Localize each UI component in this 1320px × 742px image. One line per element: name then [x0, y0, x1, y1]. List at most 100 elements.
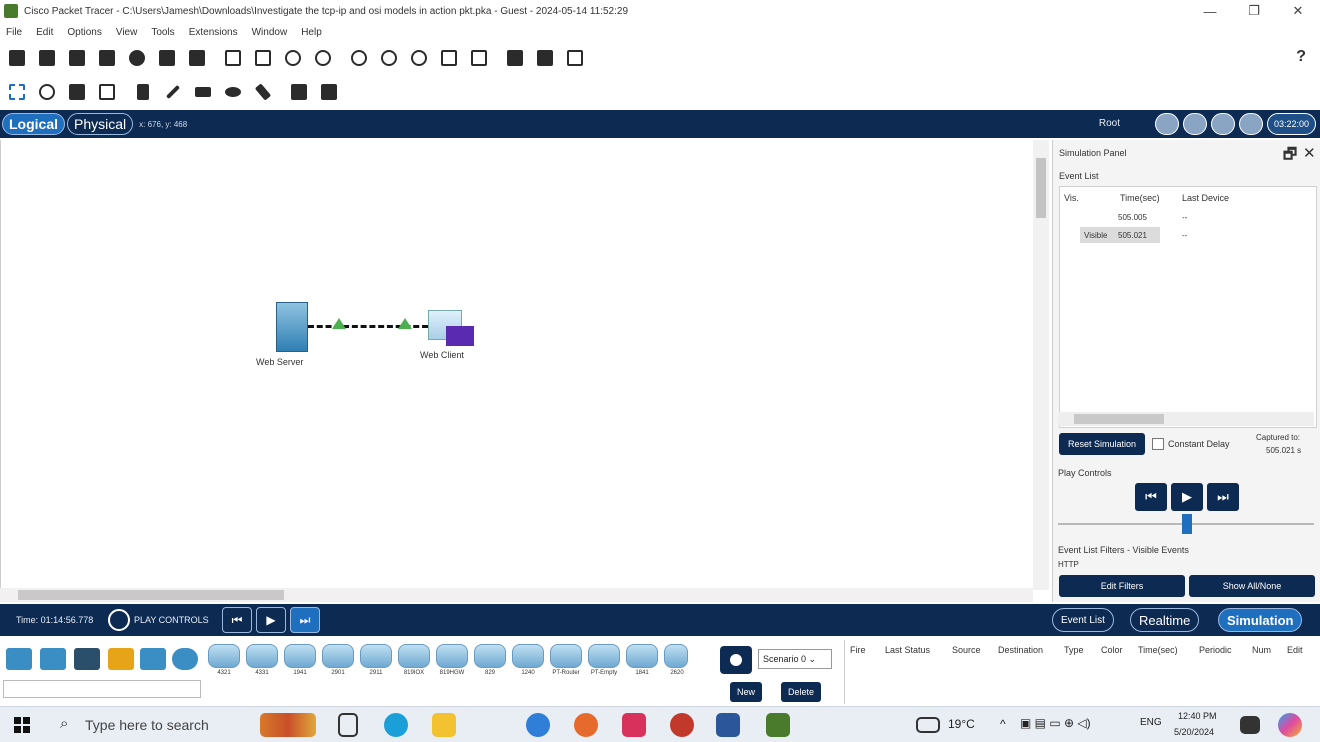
word-icon[interactable]	[716, 713, 740, 737]
router-pt-empty-icon[interactable]	[588, 644, 620, 668]
simple-pdu-icon[interactable]	[288, 81, 310, 103]
tray-chevron-icon[interactable]: ^	[1000, 717, 1006, 731]
connections-icon[interactable]	[108, 648, 134, 670]
redo-icon[interactable]	[312, 47, 334, 69]
router-1240-icon[interactable]	[512, 644, 544, 668]
clock-time-text[interactable]: 12:40 PM	[1178, 711, 1217, 721]
viewport-icon[interactable]	[504, 47, 526, 69]
event-list-scrollbar[interactable]	[1058, 412, 1314, 426]
tab-logical[interactable]: Logical	[2, 113, 66, 135]
router-1941-icon[interactable]	[284, 644, 316, 668]
network-devices-icon[interactable]	[6, 648, 32, 670]
workspace-horizontal-scrollbar[interactable]	[0, 588, 1033, 602]
realtime-tab[interactable]: Realtime	[1130, 608, 1200, 632]
maximize-button[interactable]: ❐	[1232, 0, 1276, 22]
edit-filters-button[interactable]: Edit Filters	[1059, 575, 1185, 597]
line-icon[interactable]	[162, 81, 184, 103]
device-search-input[interactable]	[3, 680, 201, 698]
select-icon[interactable]	[6, 81, 28, 103]
sim-back-button[interactable]: ⏮	[1135, 483, 1167, 511]
menu-tools[interactable]: Tools	[151, 27, 174, 38]
event-list-button[interactable]: Event List	[1052, 608, 1114, 632]
app-circle-icon[interactable]	[526, 713, 550, 737]
router-pt-icon[interactable]	[550, 644, 582, 668]
router-2911-icon[interactable]	[360, 644, 392, 668]
delete-scenario-button[interactable]: Delete	[781, 682, 821, 702]
end-devices-icon[interactable]	[40, 648, 66, 670]
back-icon[interactable]	[1154, 113, 1179, 135]
clock-button[interactable]: 03:22:00	[1266, 113, 1316, 135]
router-1841-icon[interactable]	[626, 644, 658, 668]
bottom-back-button[interactable]: ⏮	[222, 607, 252, 633]
clock-date-text[interactable]: 5/20/2024	[1174, 727, 1214, 737]
notification-icon[interactable]	[1240, 716, 1260, 734]
row-2-time[interactable]: 505.021	[1118, 231, 1147, 240]
menu-edit[interactable]: Edit	[36, 27, 53, 38]
note-icon[interactable]	[132, 81, 154, 103]
drawing-palette-icon[interactable]	[438, 47, 460, 69]
menu-help[interactable]: Help	[301, 27, 322, 38]
print-icon[interactable]	[96, 47, 118, 69]
zoom-in-icon[interactable]	[348, 47, 370, 69]
router-819hgw-icon[interactable]	[436, 644, 468, 668]
reset-simulation-button[interactable]: Reset Simulation	[1059, 433, 1145, 455]
copy-icon[interactable]	[222, 47, 244, 69]
widgets-icon[interactable]	[260, 713, 316, 737]
taskbar-search-input[interactable]: Type here to search	[85, 717, 209, 733]
router-2901-icon[interactable]	[322, 644, 354, 668]
constant-delay-checkbox[interactable]	[1152, 438, 1164, 450]
web-server-device[interactable]	[276, 302, 308, 352]
menu-options[interactable]: Options	[67, 27, 101, 38]
row-2-last[interactable]: --	[1182, 231, 1187, 240]
resize-icon[interactable]	[96, 81, 118, 103]
router-2620-icon[interactable]	[664, 644, 688, 668]
network-info-icon[interactable]	[156, 47, 178, 69]
power-cycle-icon[interactable]	[108, 609, 130, 631]
cloud-icon[interactable]	[1182, 113, 1207, 135]
bottom-forward-button[interactable]: ⏭	[290, 607, 320, 633]
image-icon[interactable]	[564, 47, 586, 69]
activity-wizard-icon[interactable]	[126, 47, 148, 69]
misc-icon[interactable]	[140, 648, 166, 670]
copilot-icon[interactable]	[1278, 713, 1302, 737]
zoom-out-icon[interactable]	[408, 47, 430, 69]
ip-icon[interactable]	[186, 47, 208, 69]
components-icon[interactable]	[74, 648, 100, 670]
row-1-last[interactable]: --	[1182, 213, 1187, 222]
save-icon[interactable]	[66, 47, 88, 69]
ellipse-icon[interactable]	[222, 81, 244, 103]
windows-start-icon[interactable]	[14, 717, 30, 733]
language-text[interactable]: ENG	[1140, 717, 1162, 728]
undo-icon[interactable]	[282, 47, 304, 69]
workspace-vertical-scrollbar[interactable]	[1033, 140, 1049, 590]
firefox-icon[interactable]	[574, 713, 598, 737]
open-icon[interactable]	[36, 47, 58, 69]
scenario-toggle-button[interactable]	[720, 646, 752, 674]
menu-view[interactable]: View	[116, 27, 138, 38]
row-2-vis[interactable]: Visible	[1084, 231, 1107, 240]
p-app-icon[interactable]	[670, 713, 694, 737]
restore-icon[interactable]: 🗗	[1283, 144, 1297, 169]
close-panel-icon[interactable]: ✕	[1303, 144, 1316, 162]
router-819iox-icon[interactable]	[398, 644, 430, 668]
task-view-icon[interactable]	[338, 713, 358, 737]
menu-file[interactable]: File	[6, 27, 22, 38]
cluster-icon[interactable]	[1210, 113, 1235, 135]
router-4321-icon[interactable]	[208, 644, 240, 668]
minimize-button[interactable]: —	[1188, 0, 1232, 22]
user-profile-icon[interactable]	[534, 47, 556, 69]
play-speed-slider-thumb[interactable]	[1182, 514, 1192, 534]
paste-icon[interactable]	[252, 47, 274, 69]
edge-browser-icon[interactable]	[384, 713, 408, 737]
simulation-tab[interactable]: Simulation	[1218, 608, 1303, 632]
complex-pdu-icon[interactable]	[318, 81, 340, 103]
help-button[interactable]: ?	[1296, 48, 1306, 66]
router-829-icon[interactable]	[474, 644, 506, 668]
multiuser-icon[interactable]	[172, 648, 198, 670]
new-scenario-button[interactable]: New	[730, 682, 762, 702]
menu-extensions[interactable]: Extensions	[189, 27, 238, 38]
close-button[interactable]: ✕	[1276, 0, 1320, 22]
viewport-icon[interactable]	[1238, 113, 1263, 135]
freeform-icon[interactable]	[252, 81, 274, 103]
shield-app-icon[interactable]	[622, 713, 646, 737]
